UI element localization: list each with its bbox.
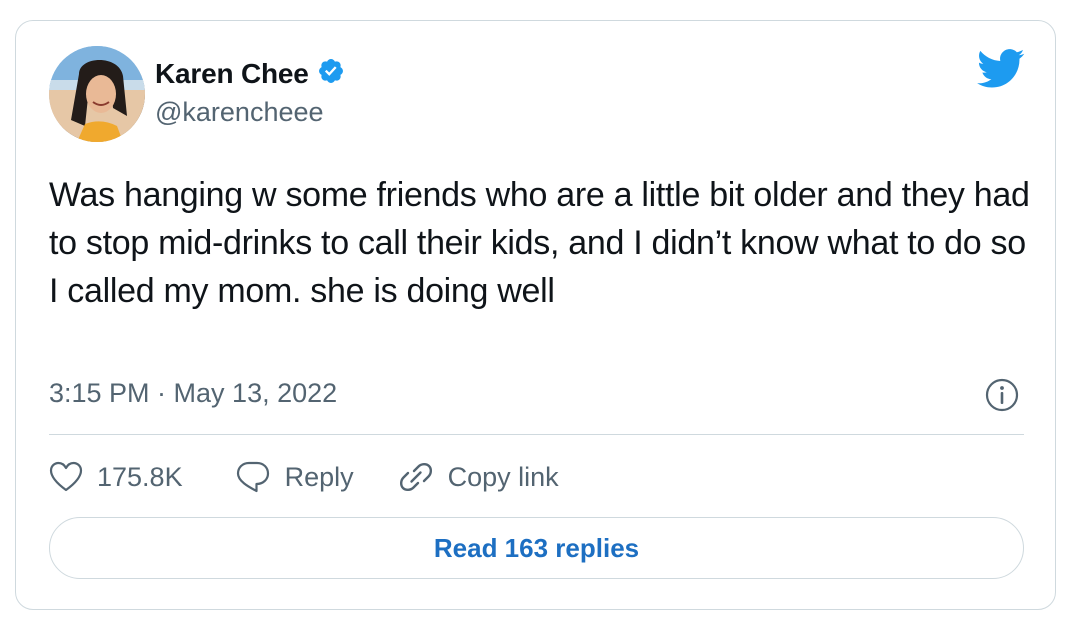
verified-badge-icon xyxy=(317,57,345,90)
avatar[interactable] xyxy=(49,46,145,142)
copy-link-button[interactable]: Copy link xyxy=(398,459,559,495)
reply-button[interactable]: Reply xyxy=(235,460,354,494)
like-button[interactable]: 175.8K xyxy=(49,461,183,493)
tweet-card: Karen Chee @karencheee Was hanging w som… xyxy=(15,20,1056,610)
tweet-timestamp[interactable]: 3:15 PM · May 13, 2022 xyxy=(49,378,337,409)
tweet-actions: 175.8K Reply Copy link xyxy=(49,455,559,499)
like-count: 175.8K xyxy=(97,461,183,492)
display-name[interactable]: Karen Chee xyxy=(155,58,309,90)
twitter-bird-icon[interactable] xyxy=(977,49,1025,89)
tweet-text: Was hanging w some friends who are a lit… xyxy=(49,176,1030,310)
avatar-photo xyxy=(49,46,145,142)
info-icon[interactable] xyxy=(984,377,1020,413)
heart-icon xyxy=(49,461,83,493)
copy-link-label: Copy link xyxy=(447,461,559,492)
author-handle[interactable]: @karencheee xyxy=(155,97,324,128)
author-name-row[interactable]: Karen Chee xyxy=(155,57,345,90)
read-replies-button[interactable]: Read 163 replies xyxy=(49,517,1024,579)
link-icon xyxy=(398,459,434,495)
divider xyxy=(49,434,1024,435)
reply-bubble-icon xyxy=(235,460,271,494)
reply-label: Reply xyxy=(284,461,354,492)
